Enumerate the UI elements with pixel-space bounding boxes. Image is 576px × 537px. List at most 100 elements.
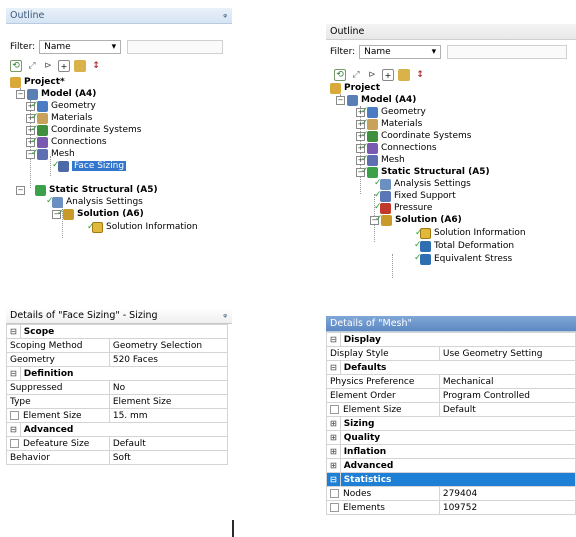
pressure-icon bbox=[374, 202, 391, 214]
tree-total-deformation[interactable]: Total Deformation bbox=[414, 240, 514, 252]
expand-icon[interactable]: ⊞ bbox=[326, 458, 341, 473]
branch-icon[interactable]: ⊳ bbox=[42, 60, 54, 72]
collapse-icon[interactable]: − bbox=[336, 95, 345, 105]
tree-face-sizing[interactable]: Face Sizing bbox=[52, 160, 127, 172]
expand-tree-icon[interactable]: ⤢ bbox=[350, 69, 362, 81]
refresh-icon[interactable]: ⟲ bbox=[334, 69, 346, 81]
group-definition[interactable]: ⊟ Definition bbox=[6, 366, 229, 381]
group-scope[interactable]: ⊟ Scope bbox=[6, 324, 229, 339]
row-nodes[interactable]: Nodes 279404 bbox=[326, 486, 576, 501]
tree-materials[interactable]: + Materials bbox=[356, 118, 422, 130]
row-element-order[interactable]: Element Order Program Controlled bbox=[326, 388, 576, 403]
tree-static-structural[interactable]: − Static Structural (A5) bbox=[356, 166, 490, 178]
sort-icon[interactable]: ↕ bbox=[414, 69, 426, 81]
collapse-icon[interactable]: ⊟ bbox=[6, 366, 21, 381]
tree-solution-information[interactable]: Solution Information bbox=[415, 227, 526, 239]
row-display-style[interactable]: Display Style Use Geometry Setting bbox=[326, 346, 576, 361]
collapse-icon[interactable]: − bbox=[16, 89, 25, 99]
filter-label: Filter: bbox=[330, 47, 356, 57]
group-sizing[interactable]: ⊞ Sizing bbox=[326, 416, 576, 431]
row-element-size[interactable]: Element Size 15. mm bbox=[6, 408, 229, 423]
tree-solution[interactable]: − Solution (A6) bbox=[52, 208, 144, 220]
group-inflation[interactable]: ⊞ Inflation bbox=[326, 444, 576, 459]
filter-value: Name bbox=[364, 47, 391, 57]
collapse-icon[interactable]: ⊟ bbox=[326, 360, 341, 375]
tree-connections[interactable]: + Connections bbox=[26, 136, 107, 148]
chevron-down-icon: ▾ bbox=[111, 42, 117, 52]
project-icon bbox=[10, 76, 21, 88]
details-titlebar: Details of "Face Sizing" - Sizing ᵩ bbox=[6, 308, 232, 324]
tree-project[interactable]: Project bbox=[330, 82, 380, 94]
tree-coordinate-systems[interactable]: + Coordinate Systems bbox=[26, 124, 141, 136]
folder-icon[interactable] bbox=[74, 60, 86, 72]
face-sizing-icon bbox=[52, 160, 69, 172]
parameter-checkbox[interactable] bbox=[330, 502, 339, 512]
tree-analysis-settings[interactable]: Analysis Settings bbox=[374, 178, 471, 190]
group-quality[interactable]: ⊞ Quality bbox=[326, 430, 576, 445]
tree-model[interactable]: − Model (A4) bbox=[336, 94, 416, 106]
window-divider bbox=[232, 520, 234, 537]
tree-mesh[interactable]: + Mesh bbox=[356, 154, 405, 166]
tree-connections[interactable]: + Connections bbox=[356, 142, 437, 154]
tree-solution-information[interactable]: Solution Information bbox=[87, 221, 198, 233]
filter-text-input[interactable] bbox=[127, 40, 224, 54]
expand-icon[interactable]: ⊞ bbox=[326, 416, 341, 431]
tree-analysis-settings[interactable]: Analysis Settings bbox=[46, 196, 143, 208]
collapse-icon[interactable]: ⊟ bbox=[326, 332, 341, 347]
collapse-icon[interactable]: ⊟ bbox=[6, 422, 21, 437]
connections-icon bbox=[361, 142, 378, 154]
parameter-checkbox[interactable] bbox=[10, 410, 19, 420]
parameter-checkbox[interactable] bbox=[10, 438, 19, 448]
parameter-checkbox[interactable] bbox=[330, 488, 339, 498]
mesh-icon bbox=[361, 154, 378, 166]
group-statistics[interactable]: ⊟ Statistics bbox=[326, 472, 576, 487]
tree-pressure[interactable]: Pressure bbox=[374, 202, 432, 214]
row-physics-preference[interactable]: Physics Preference Mechanical bbox=[326, 374, 576, 389]
total-deformation-icon bbox=[414, 240, 431, 252]
tree-model[interactable]: − Model (A4) bbox=[16, 88, 96, 100]
tree-materials[interactable]: + Materials bbox=[26, 112, 92, 124]
filter-select[interactable]: Name ▾ bbox=[39, 40, 122, 54]
collapse-icon[interactable]: ⊟ bbox=[6, 324, 21, 339]
group-defaults[interactable]: ⊟ Defaults bbox=[326, 360, 576, 375]
filter-text-input[interactable] bbox=[447, 45, 568, 59]
sort-icon[interactable]: ↕ bbox=[90, 60, 102, 72]
chevron-down-icon: ▾ bbox=[431, 47, 437, 57]
row-element-size[interactable]: Element Size Default bbox=[326, 402, 576, 417]
row-elements[interactable]: Elements 109752 bbox=[326, 500, 576, 515]
branch-icon[interactable]: ⊳ bbox=[366, 69, 378, 81]
tree-fixed-support[interactable]: Fixed Support bbox=[374, 190, 456, 202]
row-behavior[interactable]: Behavior Soft bbox=[6, 450, 229, 465]
tree-equivalent-stress[interactable]: Equivalent Stress bbox=[414, 253, 512, 265]
expand-tree-icon[interactable]: ⤢ bbox=[26, 60, 38, 72]
details-table: ⊟ Scope Scoping Method Geometry Selectio… bbox=[6, 324, 229, 465]
tree-coordinate-systems[interactable]: + Coordinate Systems bbox=[356, 130, 471, 142]
tree-mesh[interactable]: − Mesh bbox=[26, 148, 75, 160]
group-advanced[interactable]: ⊞ Advanced bbox=[326, 458, 576, 473]
row-type[interactable]: Type Element Size bbox=[6, 394, 229, 409]
tree-geometry[interactable]: + Geometry bbox=[26, 100, 96, 112]
tree-geometry[interactable]: + Geometry bbox=[356, 106, 426, 118]
pin-icon[interactable]: ᵩ bbox=[223, 310, 227, 320]
refresh-icon[interactable]: ⟲ bbox=[10, 60, 22, 72]
tree-solution[interactable]: − Solution (A6) bbox=[370, 214, 462, 226]
tree-project[interactable]: Project* bbox=[10, 76, 65, 88]
row-scoping-method[interactable]: Scoping Method Geometry Selection bbox=[6, 338, 229, 353]
expand-icon[interactable]: ⊞ bbox=[326, 430, 341, 445]
folder-icon[interactable] bbox=[398, 69, 410, 81]
row-suppressed[interactable]: Suppressed No bbox=[6, 380, 229, 395]
collapse-icon[interactable]: − bbox=[16, 185, 25, 195]
tree-static-structural[interactable]: − Static Structural (A5) bbox=[16, 184, 158, 196]
expand-icon[interactable]: ⊞ bbox=[326, 444, 341, 459]
parameter-checkbox[interactable] bbox=[330, 404, 339, 414]
group-display[interactable]: ⊟ Display bbox=[326, 332, 576, 347]
row-defeature-size[interactable]: Defeature Size Default bbox=[6, 436, 229, 451]
filter-row: Filter: Name ▾ bbox=[10, 39, 228, 55]
row-geometry[interactable]: Geometry 520 Faces bbox=[6, 352, 229, 367]
group-advanced[interactable]: ⊟ Advanced bbox=[6, 422, 229, 437]
pin-icon[interactable]: ᵩ bbox=[223, 10, 227, 20]
expand-all-icon[interactable]: + bbox=[382, 69, 394, 81]
filter-select[interactable]: Name ▾ bbox=[359, 45, 442, 59]
collapse-icon[interactable]: ⊟ bbox=[326, 472, 341, 487]
expand-all-icon[interactable]: + bbox=[58, 60, 70, 72]
